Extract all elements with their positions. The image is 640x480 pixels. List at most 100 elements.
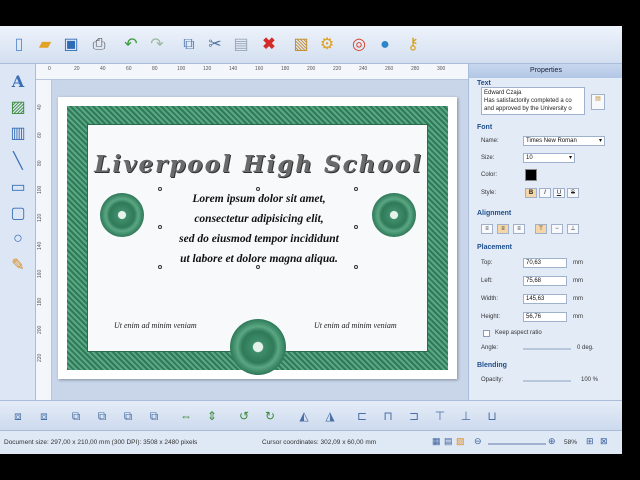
certificate-guilloche-border[interactable]: Liverpool High School Lorem ipsum dolor … [67,106,448,375]
align-middle-icon[interactable]: ⊥ [456,407,476,425]
rotate-right-icon[interactable]: ↻ [260,407,280,425]
distribute-horizontal-icon[interactable]: ⇔ [176,407,196,425]
rotate-left-icon[interactable]: ↺ [234,407,254,425]
angle-slider[interactable] [523,348,571,350]
fit-page-icon[interactable]: ⊞ [586,436,594,447]
barcode-tool-icon[interactable]: ▥ [7,122,29,144]
align-text-middle-icon[interactable]: − [551,224,563,234]
align-center-icon[interactable]: ⊓ [378,407,398,425]
left-rosette-ornament[interactable] [100,193,144,237]
distribute-vertical-icon[interactable]: ⇕ [202,407,222,425]
strikethrough-button[interactable]: S [567,188,579,198]
font-color-label: Color: [481,172,498,178]
selection-handle[interactable] [158,187,162,191]
certificate-title[interactable]: Liverpool High School [88,151,429,178]
zoom-slider[interactable] [488,443,546,445]
ruler-tick: 20 [74,66,80,72]
cut-icon[interactable]: ✂ [204,34,226,56]
font-name-select[interactable]: Times New Roman ▾ [523,136,605,146]
bottom-seal-ornament[interactable] [230,319,286,375]
selection-handle[interactable] [158,225,162,229]
zoom-in-icon[interactable]: ⊕ [548,436,556,447]
font-size-select[interactable]: 10 ▾ [523,153,575,163]
redo-icon[interactable]: ↷ [146,34,168,56]
flip-horizontal-icon[interactable]: ◭ [294,407,314,425]
underline-button[interactable]: U [553,188,565,198]
copy-icon[interactable]: ⧉ [178,34,200,56]
selection-handle[interactable] [354,265,358,269]
keep-aspect-label: Keep aspect ratio [495,330,542,336]
top-input[interactable]: 70,63 [523,258,567,268]
align-text-left-icon[interactable]: ≡ [481,224,493,234]
bring-forward-icon[interactable]: ⧉ [66,407,86,425]
align-top-icon[interactable]: ⊤ [430,407,450,425]
design-canvas[interactable]: Liverpool High School Lorem ipsum dolor … [52,80,468,400]
snap-icon[interactable]: ▤ [444,436,453,447]
blending-section-header: Blending [477,362,507,369]
actual-size-icon[interactable]: ⊠ [600,436,608,447]
unit-label: mm [573,260,583,266]
help-lifebuoy-icon[interactable]: ◎ [348,34,370,56]
align-text-center-icon[interactable]: ≡ [497,224,509,234]
italic-button[interactable]: I [539,188,551,198]
save-icon[interactable]: ▣ [60,34,82,56]
align-right-icon[interactable]: ⊐ [404,407,424,425]
pencil-tool-icon[interactable]: ✎ [7,254,29,276]
line-tool-icon[interactable]: ╲ [7,150,29,172]
width-input[interactable]: 145,63 [523,294,567,304]
zoom-out-icon[interactable]: ⊖ [474,436,482,447]
align-left-icon[interactable]: ⊏ [352,407,372,425]
ellipse-tool-icon[interactable]: ○ [7,228,29,250]
settings-gear-icon[interactable]: ⚙ [316,34,338,56]
unit-label: mm [573,314,583,320]
web-globe-icon[interactable]: ● [374,34,396,56]
bold-button[interactable]: B [525,188,537,198]
flip-vertical-icon[interactable]: ◮ [320,407,340,425]
align-left-edges-icon[interactable]: ⧈ [8,407,28,425]
undo-icon[interactable]: ↶ [120,34,142,56]
selection-handle[interactable] [354,225,358,229]
ruler-toggle-icon[interactable]: ▧ [456,436,465,447]
send-backward-icon[interactable]: ⧉ [92,407,112,425]
bring-to-front-icon[interactable]: ⧉ [118,407,138,425]
certificate-page[interactable]: Liverpool High School Lorem ipsum dolor … [58,97,457,379]
delete-icon[interactable]: ✖ [258,34,280,56]
selection-handle[interactable] [256,265,260,269]
selection-handle[interactable] [256,187,260,191]
rounded-rectangle-tool-icon[interactable]: ▢ [7,202,29,224]
text-line: Edward Czaja [484,90,522,96]
align-text-top-icon[interactable]: ⊤ [535,224,547,234]
certificate-body-text[interactable]: Lorem ipsum dolor sit amet, consectetur … [144,189,374,269]
angle-label: Angle: [481,345,499,351]
font-color-swatch[interactable] [525,169,537,181]
align-text-right-icon[interactable]: ≡ [513,224,525,234]
print-icon[interactable]: ⎙ [88,34,110,56]
selection-handle[interactable] [158,265,162,269]
page-setup-icon[interactable]: ▧ [290,34,312,56]
keep-aspect-checkbox[interactable] [483,330,490,337]
rectangle-tool-icon[interactable]: ▭ [7,176,29,198]
send-to-back-icon[interactable]: ⧉ [144,407,164,425]
image-tool-icon[interactable]: ▨ [7,96,29,118]
align-right-edges-icon[interactable]: ⧈ [34,407,54,425]
text-content-input[interactable]: Edward Czaja Has satisfactorily complete… [481,87,585,115]
align-text-bottom-icon[interactable]: ⊥ [567,224,579,234]
unit-label: mm [573,296,583,302]
align-bottom-icon[interactable]: ⊔ [482,407,502,425]
footer-right-text[interactable]: Ut enim ad minim veniam [314,321,397,330]
ruler-tick: 260 [385,66,394,72]
right-rosette-ornament[interactable] [372,193,416,237]
key-icon[interactable]: ⚷ [402,34,424,56]
selection-handle[interactable] [354,187,358,191]
grid-view-icon[interactable]: ▦ [432,436,441,447]
ruler-tick: 40 [100,66,106,72]
open-folder-icon[interactable]: ▰ [34,34,56,56]
new-document-icon[interactable]: ▯ [8,34,30,56]
opacity-slider[interactable] [523,380,571,382]
edit-text-icon[interactable]: ▤ [591,94,605,110]
footer-left-text[interactable]: Ut enim ad minim veniam [114,321,197,330]
text-tool-icon[interactable]: A [7,70,29,92]
left-input[interactable]: 75,68 [523,276,567,286]
height-input[interactable]: 56,76 [523,312,567,322]
paste-icon[interactable]: ▤ [230,34,252,56]
